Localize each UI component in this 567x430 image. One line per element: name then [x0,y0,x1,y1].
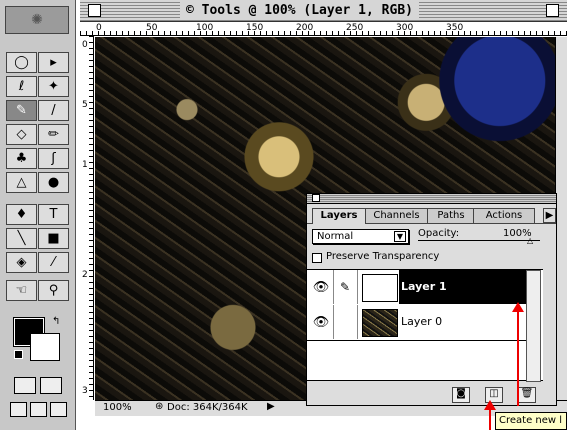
layers-palette: Layers Channels Paths Actions ▶ Normal ▼ Op… [306,193,557,406]
zoom-tool[interactable]: ⚲ [38,280,69,301]
horizontal-ruler[interactable]: 0 50 100 150 200 250 300 350 [80,22,567,36]
blur-tool[interactable]: △ [6,172,37,193]
quick-mask-button[interactable] [40,377,62,394]
eye-icon[interactable]: 👁 [309,305,334,339]
layer-name: Layer 1 [401,280,447,293]
airbrush-tool[interactable]: ✎ [6,100,37,121]
ruler-tick-label: 50 [146,23,158,33]
layer-thumbnail [362,309,398,337]
layer-row[interactable]: 👁 Layer 0 [307,305,541,341]
type-tool[interactable]: T [38,204,69,225]
paintbrush-tool[interactable]: / [38,100,69,121]
doc-size[interactable]: Doc: 364K/364K [167,402,248,413]
rubber-stamp-tool[interactable]: ♣ [6,148,37,169]
doc-size-icon: ⊛ [155,401,164,412]
preserve-transparency-label: Preserve Transparency [326,251,440,262]
photoshop-logo-icon: ✺ [5,6,69,34]
ruler-tick-label: 200 [296,23,314,33]
tab-actions[interactable]: Actions [473,208,535,224]
chevron-down-icon: ▼ [393,231,406,242]
annotation-arrowhead-icon [512,302,524,312]
marquee-tool[interactable]: ◯ [6,52,37,73]
background-color-swatch[interactable] [30,333,60,361]
close-box-icon[interactable] [88,4,101,17]
layer-name: Layer 0 [401,315,443,328]
layer-thumbnail [362,274,398,302]
eye-icon[interactable]: 👁 [309,270,334,304]
eyedropper-tool[interactable]: ⁄ [38,252,69,273]
screen-mode-standard-button[interactable] [10,402,27,417]
ruler-tick-label: 150 [246,23,264,33]
ruler-tick-label: 1 [82,160,88,170]
ruler-tick-label: 250 [346,23,364,33]
ruler-tick-label: 2 [82,270,88,280]
tab-paths[interactable]: Paths [427,208,475,224]
palette-titlebar[interactable] [307,194,556,204]
line-tool[interactable]: ╲ [6,228,37,249]
dodge-tool[interactable]: ● [38,172,69,193]
ruler-tick-label: 3 [82,386,88,396]
smudge-tool[interactable]: ʃ [38,148,69,169]
ruler-tick-label: 0 [82,40,88,50]
move-tool[interactable]: ▸ [38,52,69,73]
eraser-tool[interactable]: ◇ [6,124,37,145]
lasso-tool[interactable]: ℓ [6,76,37,97]
tooltip: Create new l [495,412,567,430]
palette-scrollbar[interactable] [526,270,541,382]
ruler-tick-label: 300 [396,23,414,33]
annotation-arrow [517,310,519,406]
tab-channels[interactable]: Channels [364,208,429,224]
zoom-box-icon[interactable] [546,4,559,17]
blend-mode-select[interactable]: Normal ▼ [312,229,409,244]
toolbox: ✺ ◯ ▸ ℓ ✦ ✎ / ◇ ✏ ♣ ʃ △ ● ♦ T ╲ ■ ◈ ⁄ ☜ ⚲ ↰ [0,0,76,430]
standard-mode-button[interactable] [14,377,36,394]
blend-mode-value: Normal [317,231,354,242]
magic-wand-tool[interactable]: ✦ [38,76,69,97]
add-layer-mask-button[interactable]: ◙ [452,387,470,403]
swap-colors-icon[interactable]: ↰ [52,316,60,327]
screen-mode-full-button[interactable] [50,402,67,417]
pencil-tool[interactable]: ✏ [38,124,69,145]
trash-icon[interactable]: 🗑 [518,387,536,403]
vertical-ruler[interactable]: 0 5 1 2 3 [80,36,94,400]
opacity-slider-handle-icon[interactable]: △ [527,236,533,245]
palette-close-icon[interactable] [312,194,320,202]
default-colors-icon[interactable] [14,350,23,359]
zoom-level[interactable]: 100% [103,402,132,413]
gradient-tool[interactable]: ■ [38,228,69,249]
layer-link-slot[interactable] [333,305,358,339]
tab-layers[interactable]: Layers [312,208,366,224]
palette-menu-arrow-icon[interactable]: ▶ [543,208,556,223]
screen-mode-full-menu-button[interactable] [30,402,47,417]
window-title: © Tools @ 100% (Layer 1, RGB) [180,2,419,20]
pen-tool[interactable]: ♦ [6,204,37,225]
opacity-label: Opacity: [418,228,460,239]
layer-row[interactable]: 👁 ✎ Layer 1 [307,270,541,306]
status-menu-arrow-icon[interactable]: ▶ [267,401,275,412]
ruler-tick-label: 350 [446,23,464,33]
hand-tool[interactable]: ☜ [6,280,37,301]
preserve-transparency-checkbox[interactable] [312,253,322,263]
ruler-tick-label: 100 [196,23,214,33]
annotation-arrowhead-icon [484,400,496,410]
paintbrush-icon[interactable]: ✎ [333,270,358,304]
ruler-tick-label: 0 [96,23,102,33]
opacity-slider[interactable] [418,240,540,241]
paint-bucket-tool[interactable]: ◈ [6,252,37,273]
annotation-arrow [489,408,491,430]
layers-list: 👁 ✎ Layer 1 👁 Layer 0 [307,269,543,382]
ruler-tick-label: 5 [82,100,88,110]
